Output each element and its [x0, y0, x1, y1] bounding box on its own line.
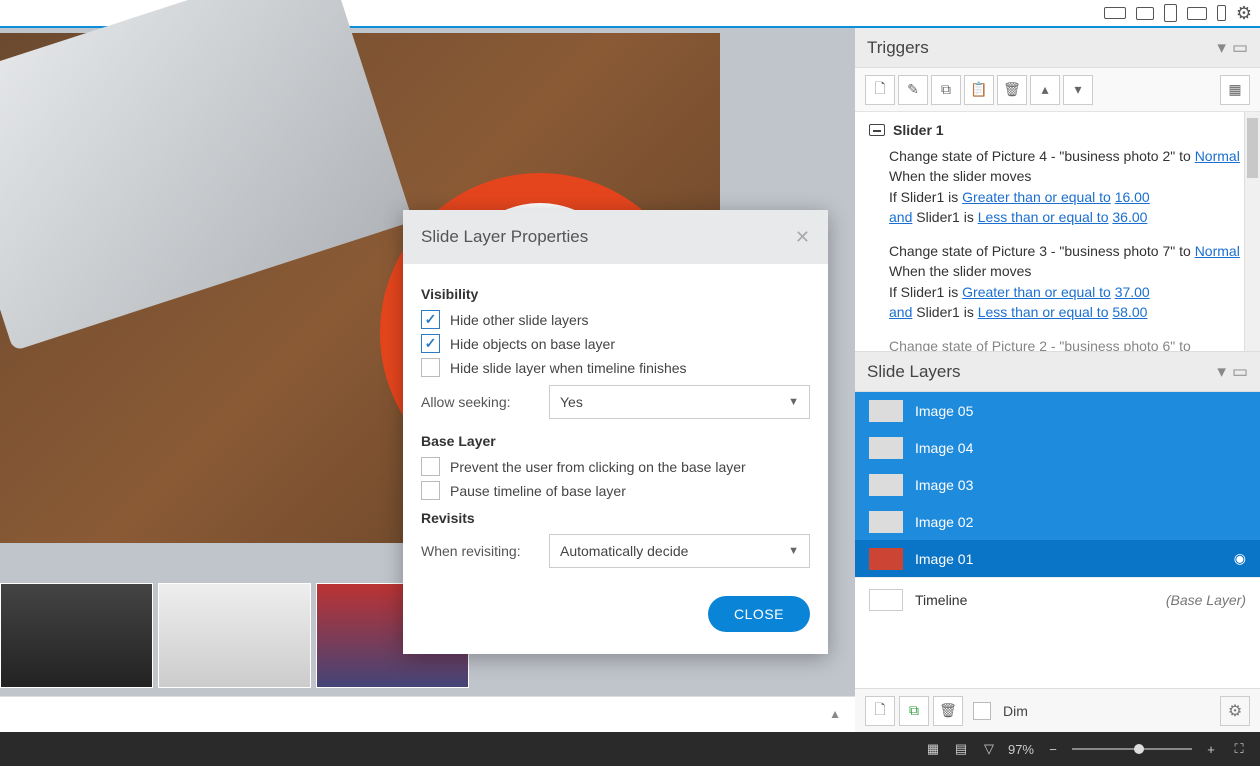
trigger-item-2[interactable]: Change state of Picture 3 - "business ph…	[889, 241, 1246, 322]
and-link[interactable]: and	[889, 209, 912, 225]
triggers-list: Slider 1 Change state of Picture 4 - "bu…	[855, 112, 1260, 352]
desktop-icon[interactable]	[1104, 7, 1126, 19]
base-layer-row[interactable]: Timeline (Base Layer)	[855, 577, 1260, 621]
laptop-icon[interactable]	[1136, 7, 1154, 20]
hide-other-layers-option[interactable]: ✓ Hide other slide layers	[421, 310, 810, 329]
panel-window-icon[interactable]: ▭	[1232, 38, 1248, 58]
layer-properties-button[interactable]: ⚙	[1220, 696, 1250, 726]
dialog-header: Slide Layer Properties ✕	[403, 210, 828, 264]
close-icon[interactable]: ✕	[795, 227, 810, 248]
value-link[interactable]: 36.00	[1112, 209, 1147, 225]
value-link[interactable]: 16.00	[1115, 189, 1150, 205]
layers-footer: 🗋 ⧉ 🗑 Dim ⚙	[855, 688, 1260, 732]
new-layer-button[interactable]: 🗋	[865, 696, 895, 726]
tablet-landscape-icon[interactable]	[1164, 4, 1177, 22]
when-revisiting-label: When revisiting:	[421, 543, 533, 559]
slide-layers-title: Slide Layers	[867, 362, 961, 382]
zoom-value: 97%	[1008, 742, 1034, 757]
chevron-down-icon: ▼	[788, 545, 799, 557]
slider-object-icon	[869, 124, 885, 136]
layer-row[interactable]: Image 03	[855, 466, 1260, 503]
move-down-button[interactable]: ▾	[1063, 75, 1093, 105]
close-button[interactable]: CLOSE	[708, 596, 810, 632]
revisits-section-label: Revisits	[421, 510, 810, 526]
state-link[interactable]: Normal	[1195, 243, 1240, 259]
fit-screen-icon[interactable]: ⛶	[1230, 740, 1248, 758]
slide-layer-properties-dialog: Slide Layer Properties ✕ Visibility ✓ Hi…	[403, 210, 828, 654]
checkbox-unchecked-icon[interactable]: ✓	[421, 481, 440, 500]
duplicate-layer-button[interactable]: ⧉	[899, 696, 929, 726]
canvas-footer: ▲	[0, 696, 855, 732]
allow-seeking-dropdown[interactable]: Yes ▼	[549, 385, 810, 419]
list-view-icon[interactable]: ▤	[952, 740, 970, 758]
slider-thumb-1[interactable]	[0, 583, 153, 688]
triggers-title: Triggers	[867, 38, 929, 58]
checkbox-checked-icon[interactable]: ✓	[421, 334, 440, 353]
visibility-eye-icon[interactable]: ◉	[1234, 550, 1246, 567]
panel-menu-icon[interactable]: ▾	[1217, 362, 1226, 382]
delete-layer-button[interactable]: 🗑	[933, 696, 963, 726]
triggers-toolbar: 🗋 ✎ ⧉ 📋 🗑 ▴ ▾ ▦	[855, 68, 1260, 112]
pause-base-timeline-option[interactable]: ✓ Pause timeline of base layer	[421, 481, 810, 500]
delete-trigger-button[interactable]: 🗑	[997, 75, 1027, 105]
zoom-slider[interactable]	[1072, 748, 1192, 750]
slide-layers-panel-header: Slide Layers ▾ ▭	[855, 352, 1260, 392]
zoom-in-button[interactable]: +	[1202, 740, 1220, 758]
value-link[interactable]: 37.00	[1115, 284, 1150, 300]
slider-thumb-2[interactable]	[158, 583, 311, 688]
state-link[interactable]: Normal	[1195, 148, 1240, 164]
layer-row[interactable]: Image 04	[855, 429, 1260, 466]
base-layer-section-label: Base Layer	[421, 433, 810, 449]
trigger-item-1[interactable]: Change state of Picture 4 - "business ph…	[889, 146, 1246, 227]
hide-when-timeline-finishes-option[interactable]: ✓ Hide slide layer when timeline finishe…	[421, 358, 810, 377]
allow-seeking-label: Allow seeking:	[421, 394, 533, 410]
operator-link[interactable]: Less than or equal to	[978, 209, 1109, 225]
zoom-out-button[interactable]: −	[1044, 740, 1062, 758]
hide-base-objects-option[interactable]: ✓ Hide objects on base layer	[421, 334, 810, 353]
layer-row[interactable]: Image 05	[855, 392, 1260, 429]
new-trigger-button[interactable]: 🗋	[865, 75, 895, 105]
preview-icon[interactable]: ▽	[980, 740, 998, 758]
slider-thumbnail-row	[0, 583, 469, 688]
laptop-graphic	[0, 0, 413, 351]
when-revisiting-dropdown[interactable]: Automatically decide ▼	[549, 534, 810, 568]
visibility-section-label: Visibility	[421, 286, 810, 302]
operator-link[interactable]: Less than or equal to	[978, 304, 1109, 320]
copy-trigger-button[interactable]: ⧉	[931, 75, 961, 105]
checkbox-unchecked-icon[interactable]: ✓	[421, 358, 440, 377]
triggers-panel-header: Triggers ▾ ▭	[855, 28, 1260, 68]
panel-menu-icon[interactable]: ▾	[1217, 38, 1226, 58]
layer-row-selected[interactable]: Image 01◉	[855, 540, 1260, 577]
panel-window-icon[interactable]: ▭	[1232, 362, 1248, 382]
operator-link[interactable]: Greater than or equal to	[962, 189, 1111, 205]
tablet-portrait-icon[interactable]	[1187, 7, 1207, 20]
paste-trigger-button[interactable]: 📋	[964, 75, 994, 105]
move-up-button[interactable]: ▴	[1030, 75, 1060, 105]
and-link[interactable]: and	[889, 304, 912, 320]
dim-checkbox[interactable]	[973, 702, 991, 720]
dialog-title: Slide Layer Properties	[421, 227, 588, 247]
expand-chevron-icon[interactable]: ▲	[829, 707, 841, 721]
edit-trigger-button[interactable]: ✎	[898, 75, 928, 105]
chevron-down-icon: ▼	[788, 396, 799, 408]
triggers-scrollbar[interactable]	[1244, 112, 1260, 351]
trigger-group-title: Slider 1	[893, 122, 944, 138]
slide-layers-list: Image 05 Image 04 Image 03 Image 02 Imag…	[855, 392, 1260, 688]
layer-row[interactable]: Image 02	[855, 503, 1260, 540]
checkbox-checked-icon[interactable]: ✓	[421, 310, 440, 329]
trigger-item-3[interactable]: Change state of Picture 2 - "business ph…	[889, 336, 1246, 352]
dim-label: Dim	[1003, 703, 1028, 719]
checkbox-unchecked-icon[interactable]: ✓	[421, 457, 440, 476]
phone-icon[interactable]	[1217, 5, 1226, 21]
status-bar: ▦ ▤ ▽ 97% − + ⛶	[0, 732, 1260, 766]
settings-gear-icon[interactable]: ⚙	[1236, 3, 1252, 24]
prevent-click-base-option[interactable]: ✓ Prevent the user from clicking on the …	[421, 457, 810, 476]
variables-button[interactable]: ▦	[1220, 75, 1250, 105]
value-link[interactable]: 58.00	[1112, 304, 1147, 320]
grid-view-icon[interactable]: ▦	[924, 740, 942, 758]
operator-link[interactable]: Greater than or equal to	[962, 284, 1111, 300]
